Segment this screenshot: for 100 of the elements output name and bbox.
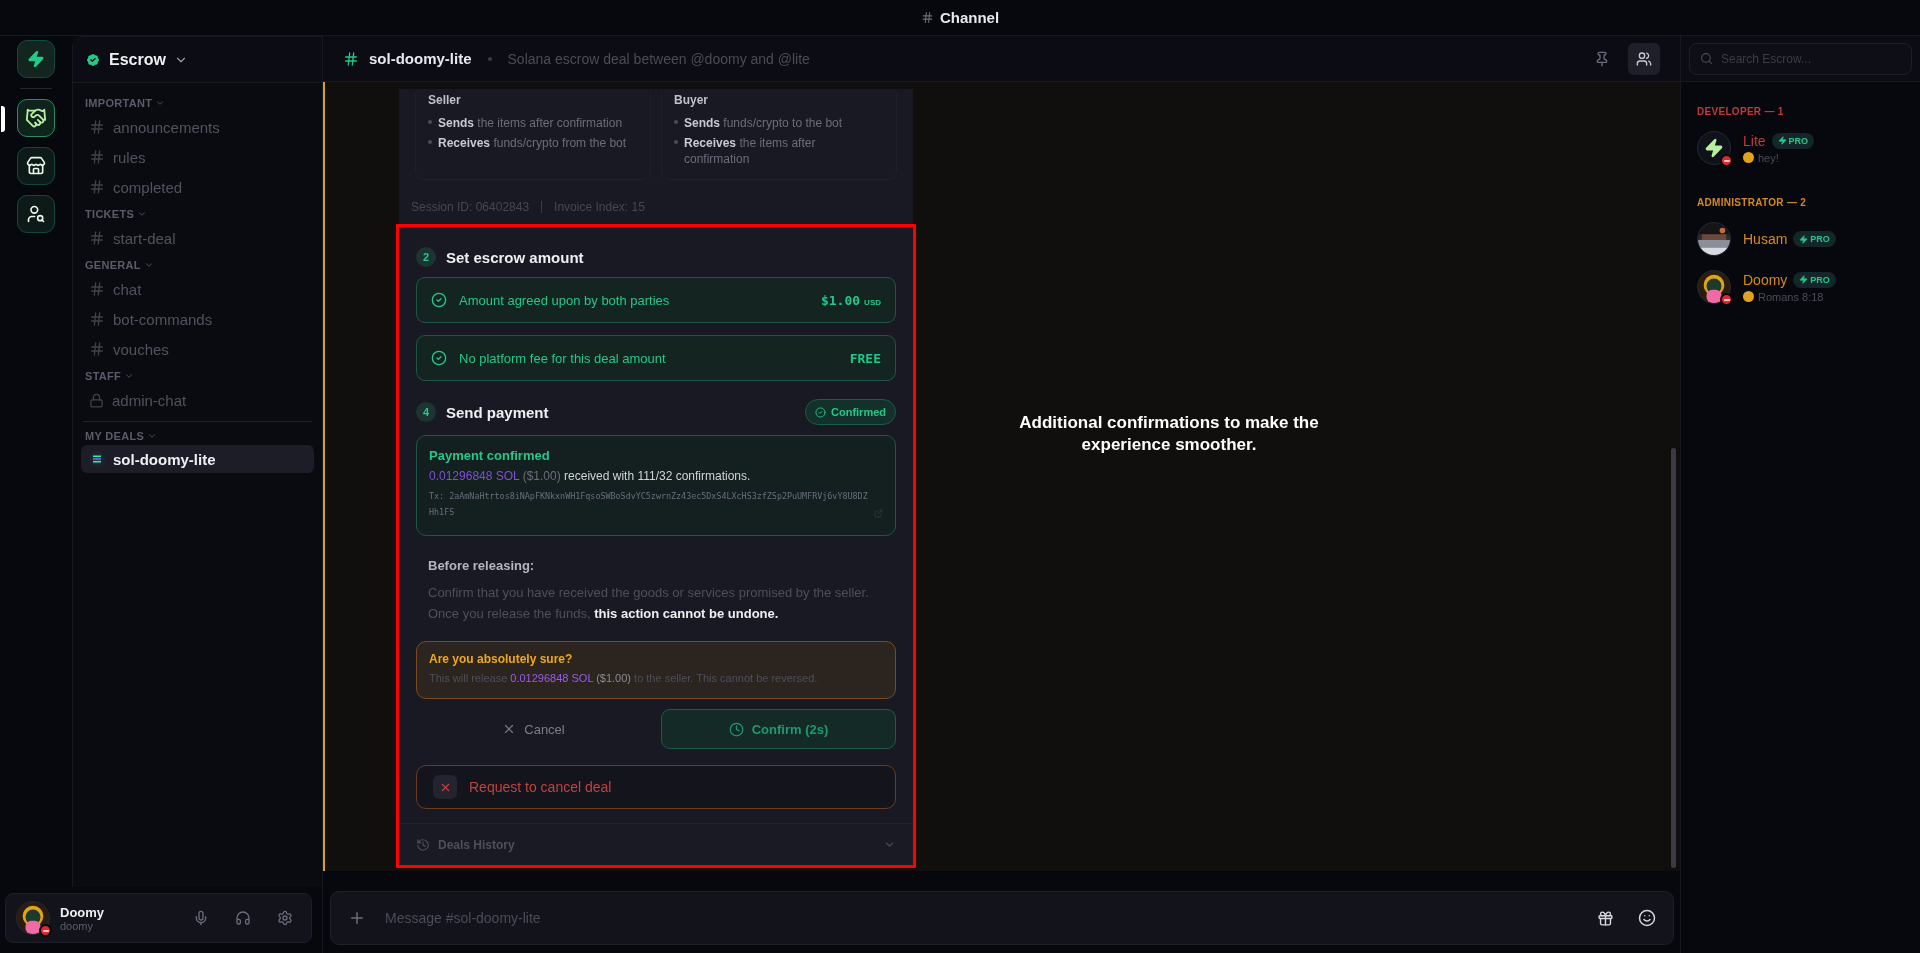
step-number: 4 — [416, 402, 436, 423]
close-icon — [433, 775, 457, 799]
store-icon — [26, 156, 46, 176]
dnd-status-icon — [1720, 154, 1733, 167]
category-label[interactable]: GENERAL — [81, 253, 158, 274]
plus-icon — [348, 909, 366, 927]
payment-title: Payment confirmed — [429, 448, 551, 464]
warning-title: Are you absolutely sure? — [429, 652, 574, 666]
pro-badge: PRO — [1793, 231, 1836, 247]
gift-icon — [1596, 909, 1614, 927]
member-avatar[interactable] — [1697, 222, 1731, 256]
channel-topic: Solana escrow deal between @doomy and @lite — [507, 50, 811, 67]
separator-dot — [487, 56, 492, 61]
category-label[interactable]: IMPORTANT — [81, 91, 170, 112]
member-avatar[interactable] — [1697, 131, 1731, 165]
person-search-icon — [26, 204, 46, 224]
release-notice: Confirm that you have received the goods or services promised by the seller. Once you release the funds, this action cannot be undone. — [428, 584, 870, 624]
hash-icon — [89, 311, 105, 327]
server-button[interactable] — [17, 195, 55, 233]
channel-item[interactable]: start-deal — [81, 223, 314, 253]
section-title: Before releasing: — [428, 558, 536, 574]
member-name[interactable]: Doomy — [1743, 271, 1788, 288]
hash-icon — [89, 230, 105, 246]
server-button[interactable] — [17, 147, 55, 185]
user-handle: doomy — [60, 919, 94, 932]
step-number: 2 — [416, 247, 436, 268]
transaction-link[interactable]: Tx: 2aAmNaHtrtos8iNApFKNkxnWH1FqsoSWBoSdvYC5zwrnZz43ec5DxS4LXcHS3zfZSp2PuUMFRVj6vY8U8DZHh1FS — [429, 489, 870, 522]
step-title: Send payment — [446, 403, 550, 421]
pro-badge: PRO — [1771, 132, 1815, 149]
hash-icon — [89, 119, 105, 135]
stripes-icon — [89, 451, 105, 467]
hash-icon — [920, 11, 934, 24]
history-icon — [416, 837, 430, 852]
role-text: Receives the items after confirmation — [684, 135, 817, 168]
check-circle-icon — [815, 406, 826, 418]
bullet-icon — [428, 140, 432, 145]
window-title: Channel — [939, 9, 1000, 26]
selected-indicator — [1, 106, 5, 132]
check-text: Amount agreed upon by both parties — [459, 292, 671, 308]
user-name: Doomy — [60, 904, 106, 920]
category-label[interactable]: STAFF — [81, 364, 139, 385]
member-avatar[interactable] — [1697, 270, 1731, 304]
pro-badge: PRO — [1793, 271, 1836, 288]
message-field[interactable]: Message #sol-doomy-lite — [330, 891, 1674, 945]
chevron-down-icon — [147, 431, 158, 441]
bullet-icon — [674, 140, 678, 145]
handshake-icon — [25, 107, 47, 129]
check-text: No platform fee for this deal amount — [459, 350, 667, 366]
member-status: hey! — [1758, 151, 1779, 164]
channel-item[interactable]: rules — [81, 142, 314, 172]
channel-item[interactable]: sol-doomy-lite — [81, 445, 314, 473]
check-circle-icon — [431, 350, 447, 367]
channel-item[interactable]: vouches — [81, 334, 314, 364]
dnd-status-icon — [1720, 293, 1733, 306]
role-title: Buyer — [674, 92, 709, 107]
search-icon — [1700, 52, 1713, 65]
category-label[interactable]: MY DEALS — [81, 424, 162, 445]
status-badge: Confirmed — [805, 399, 896, 426]
payment-text: 0.01296848 SOL ($1.00) received with 111/32 confirmations. — [429, 469, 752, 484]
cancel-deal-button[interactable]: Request to cancel deal — [416, 765, 896, 809]
members-button[interactable] — [1628, 42, 1660, 75]
channel-item[interactable]: bot-commands — [81, 304, 314, 334]
lock-icon — [89, 392, 104, 408]
lightning-icon — [1777, 136, 1787, 145]
channel-item[interactable]: admin-chat — [81, 385, 314, 415]
chevron-down-icon — [137, 209, 148, 219]
member-name[interactable]: Husam — [1743, 231, 1788, 247]
role-heading: DEVELOPER — 1 — [1697, 106, 1785, 117]
member-name[interactable]: Lite — [1743, 132, 1766, 149]
channel-item[interactable]: chat — [81, 274, 314, 304]
role-title: Seller — [428, 92, 462, 107]
check-circle-icon — [431, 292, 447, 309]
lightning-icon — [1799, 234, 1809, 244]
hash-icon — [343, 50, 359, 67]
server-header[interactable]: Escrow — [73, 37, 322, 83]
step-title: Set escrow amount — [446, 248, 585, 266]
pin-icon — [1594, 50, 1610, 67]
chevron-down-icon — [143, 260, 154, 270]
lightning-icon — [1704, 138, 1724, 158]
scrollbar-thumb[interactable] — [1671, 448, 1676, 868]
lightning-icon — [1799, 275, 1809, 284]
hash-icon — [89, 149, 105, 165]
channel-item[interactable]: completed — [81, 172, 314, 202]
server-button[interactable] — [17, 40, 55, 78]
message-input[interactable]: Message #sol-doomy-lite — [383, 909, 1579, 927]
headphones-icon — [235, 910, 251, 926]
clock-icon — [728, 721, 744, 737]
bullet-icon — [674, 119, 678, 124]
category-label[interactable]: TICKETS — [81, 202, 152, 223]
role-text: Sends funds/crypto to the bot — [684, 114, 843, 132]
external-link-icon — [874, 509, 883, 519]
member-status: Romans 8:18 — [1758, 290, 1824, 303]
hash-icon — [89, 281, 105, 297]
chevron-down-icon — [124, 371, 135, 381]
members-icon — [1636, 50, 1652, 67]
bullet-icon — [428, 119, 432, 124]
dnd-status-icon — [39, 924, 52, 937]
annotation-text: Additional confirmations to make the experience smoother. — [1018, 412, 1320, 457]
amount-value: $1.00 USD — [820, 292, 881, 310]
channel-item[interactable]: announcements — [81, 112, 314, 142]
